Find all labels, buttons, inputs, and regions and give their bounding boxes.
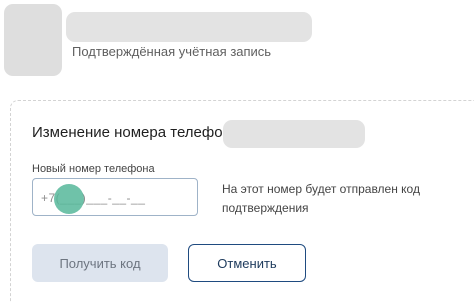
phone-change-title: Изменение номера телефона [32, 124, 240, 141]
user-name-redacted [66, 12, 312, 42]
confirmation-hint: На этот номер будет отправлен код подтве… [222, 182, 420, 215]
new-phone-label: Новый номер телефона [32, 163, 155, 175]
avatar [4, 4, 62, 76]
account-status-label: Подтверждённая учётная запись [72, 44, 272, 59]
current-phone-redacted [223, 120, 365, 148]
profile-page: Подтверждённая учётная запись Изменение … [0, 0, 474, 302]
get-code-button[interactable]: Получить код [32, 244, 168, 282]
touch-indicator [54, 184, 84, 214]
cancel-button[interactable]: Отменить [188, 244, 306, 282]
